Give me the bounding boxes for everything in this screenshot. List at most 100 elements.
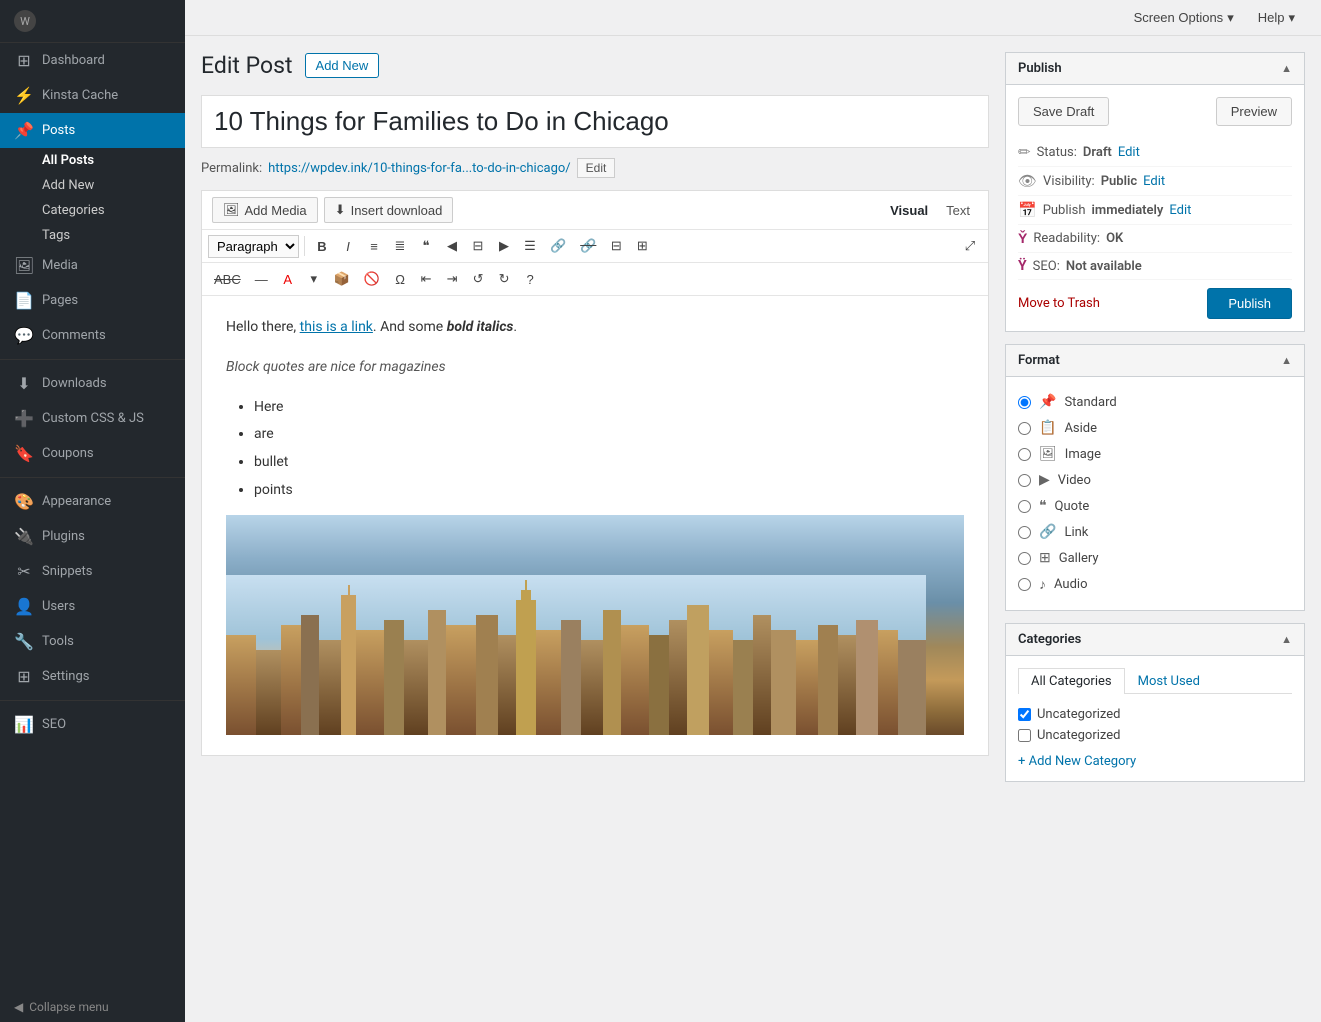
sidebar-item-seo[interactable]: 📊 SEO [0,707,185,742]
undo-button[interactable]: ↺ [466,267,490,291]
format-video[interactable]: ▶ Video [1018,467,1292,493]
category-uncategorized-checkbox-1[interactable] [1018,708,1031,721]
outdent-button[interactable]: ⇤ [414,267,438,291]
redo-button[interactable]: ↻ [492,267,516,291]
format-quote[interactable]: ❝ Quote [1018,493,1292,519]
categories-box: Categories ▲ All Categories Most Used Un… [1005,623,1305,782]
categories-box-header[interactable]: Categories ▲ [1006,624,1304,656]
add-media-button[interactable]: 🖼 Add Media [212,197,318,223]
sidebar-item-plugins[interactable]: 🔌 Plugins [0,519,185,554]
format-gallery-radio[interactable] [1018,552,1031,565]
sidebar-item-tools[interactable]: 🔧 Tools [0,624,185,659]
sidebar-item-settings[interactable]: ⊞ Settings [0,659,185,694]
unordered-list-button[interactable]: ≡ [362,235,386,258]
sidebar-item-users[interactable]: 👤 Users [0,589,185,624]
sidebar-item-appearance[interactable]: 🎨 Appearance [0,484,185,519]
collapse-menu[interactable]: ◀ Collapse menu [0,992,185,1022]
special-chars-button[interactable]: Ω [388,268,412,291]
add-new-category-link[interactable]: + Add New Category [1018,754,1292,769]
sidebar-item-pages[interactable]: 📄 Pages [0,283,185,318]
move-to-trash-link[interactable]: Move to Trash [1018,296,1100,311]
font-color-button[interactable]: A [276,268,300,291]
publish-button[interactable]: Publish [1207,288,1292,319]
format-link-label: Link [1064,525,1088,540]
preview-button[interactable]: Preview [1216,97,1292,126]
format-link[interactable]: 🔗 Link [1018,519,1292,545]
format-audio[interactable]: ♪ Audio [1018,571,1292,598]
font-color-picker[interactable]: ▾ [302,267,326,291]
sidebar-item-media[interactable]: 🖼 Media [0,248,185,283]
text-tab[interactable]: Text [938,199,978,222]
category-uncategorized-checkbox-2[interactable] [1018,729,1031,742]
save-draft-button[interactable]: Save Draft [1018,97,1109,126]
toolbar-toggle-button[interactable]: ⊞ [630,234,654,258]
screen-options-button[interactable]: Screen Options ▾ [1124,6,1244,30]
insert-download-button[interactable]: ⬇ Insert download [324,197,454,223]
sidebar-item-label: Dashboard [42,53,105,68]
sidebar-item-downloads[interactable]: ⬇ Downloads [0,366,185,401]
permalink-link[interactable]: https://wpdev.ink/10-things-for-fa...to-… [268,161,571,176]
blockquote-button[interactable]: ❝ [414,234,438,258]
ordered-list-button[interactable]: ≣ [388,234,412,258]
clear-formatting-button[interactable]: 🚫 [358,267,386,291]
sidebar-sub-tags[interactable]: Tags [0,223,185,248]
visibility-label: Visibility: [1043,174,1095,189]
tab-all-categories[interactable]: All Categories [1018,668,1125,694]
add-new-button[interactable]: Add New [305,53,380,78]
remove-link-button[interactable]: 🔗 [574,234,602,258]
format-image-radio[interactable] [1018,448,1031,461]
sidebar-sub-all-posts[interactable]: All Posts [0,148,185,173]
sidebar-item-posts[interactable]: 📌 Posts [0,113,185,148]
publish-box-header[interactable]: Publish ▲ [1006,53,1304,85]
indent-button[interactable]: ⇥ [440,267,464,291]
media-buttons: 🖼 Add Media ⬇ Insert download [212,197,453,223]
format-aside-radio[interactable] [1018,422,1031,435]
strikethrough-button[interactable]: ABC [208,268,247,291]
sidebar-sub-categories[interactable]: Categories [0,198,185,223]
sidebar-item-coupons[interactable]: 🔖 Coupons [0,436,185,471]
read-more-button[interactable]: ⊟ [604,234,628,258]
publish-time-edit-link[interactable]: Edit [1169,203,1191,218]
fullscreen-button[interactable]: ⤢ [958,234,982,258]
visibility-edit-link[interactable]: Edit [1143,174,1165,189]
permalink-edit-button[interactable]: Edit [577,158,616,178]
format-video-radio[interactable] [1018,474,1031,487]
plugins-icon: 🔌 [14,527,34,546]
format-gallery[interactable]: ⊞ Gallery [1018,545,1292,571]
format-image[interactable]: 🖼 Image [1018,441,1292,467]
align-right-button[interactable]: ▶ [492,234,516,258]
format-standard-radio[interactable] [1018,396,1031,409]
sidebar-item-dashboard[interactable]: ⊞ Dashboard [0,43,185,78]
insert-link-button[interactable]: 🔗 [544,234,572,258]
sidebar-sub-add-new[interactable]: Add New [0,173,185,198]
tab-most-used[interactable]: Most Used [1125,668,1213,694]
publish-time-label: Publish [1043,203,1086,218]
sidebar-item-kinsta-cache[interactable]: ⚡ Kinsta Cache [0,78,185,113]
format-box-header[interactable]: Format ▲ [1006,345,1304,377]
sidebar-item-custom-css[interactable]: ➕ Custom CSS & JS [0,401,185,436]
align-justify-button[interactable]: ☰ [518,234,542,258]
visual-tab[interactable]: Visual [882,199,936,222]
paragraph-select[interactable]: Paragraph [208,235,299,258]
status-edit-link[interactable]: Edit [1118,145,1140,160]
format-aside[interactable]: 📋 Aside [1018,415,1292,441]
italic-button[interactable]: I [336,235,360,258]
post-title-input[interactable] [201,95,989,148]
sidebar-item-label: Tools [42,634,74,649]
format-audio-radio[interactable] [1018,578,1031,591]
custom-char-button[interactable]: 📦 [328,267,356,291]
format-quote-radio[interactable] [1018,500,1031,513]
sidebar-item-snippets[interactable]: ✂ Snippets [0,554,185,589]
help-button[interactable]: Help ▾ [1248,6,1305,30]
help-kb-button[interactable]: ? [518,268,542,291]
editor-content[interactable]: Hello there, this is a link. And some bo… [202,296,988,755]
bold-button[interactable]: B [310,235,334,258]
readability-label: Readability: [1033,231,1100,246]
format-link-radio[interactable] [1018,526,1031,539]
align-left-button[interactable]: ◀ [440,234,464,258]
align-center-button[interactable]: ⊟ [466,234,490,258]
seo-value: Not available [1066,259,1142,274]
format-standard[interactable]: 📌 Standard [1018,389,1292,415]
sidebar-item-comments[interactable]: 💬 Comments [0,318,185,353]
horizontal-rule-button[interactable]: — [249,268,274,291]
